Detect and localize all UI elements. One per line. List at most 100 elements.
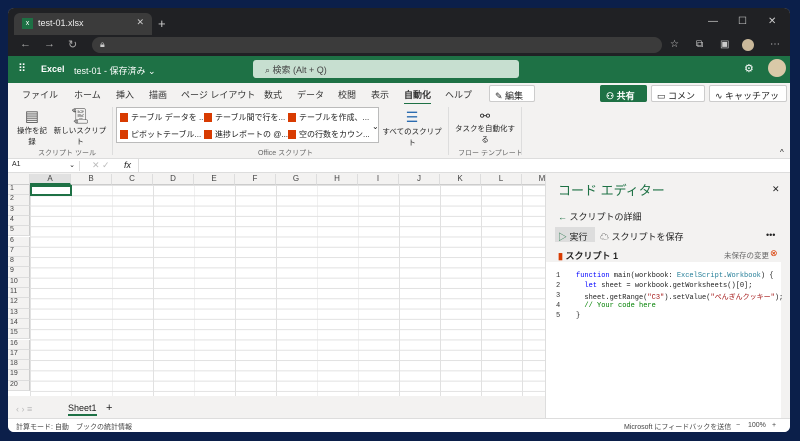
row-header[interactable]: 5: [8, 226, 30, 237]
column-header[interactable]: M: [522, 174, 545, 185]
select-all-corner[interactable]: [8, 174, 30, 185]
gallery-expand-icon[interactable]: ⌄: [372, 122, 379, 131]
more-options-button[interactable]: •••: [766, 230, 775, 240]
row-header[interactable]: 17: [8, 349, 30, 361]
row-header[interactable]: 19: [8, 370, 30, 381]
gallery-script[interactable]: ピボットテーブル...: [120, 129, 201, 140]
tab-view[interactable]: 表示: [371, 88, 389, 101]
name-box[interactable]: A1 ⌄: [12, 161, 80, 171]
row-header[interactable]: 16: [8, 339, 30, 350]
forward-icon[interactable]: →: [44, 38, 55, 50]
automate-task-button[interactable]: ⚯ タスクを自動化する: [452, 109, 518, 145]
sheet-tab-sheet1[interactable]: Sheet1: [68, 403, 97, 416]
close-window-button[interactable]: ✕: [768, 16, 776, 27]
tab-data[interactable]: データ: [297, 88, 324, 101]
column-header[interactable]: G: [276, 174, 317, 185]
row-header[interactable]: 14: [8, 318, 30, 330]
gallery-script[interactable]: テーブル間で行を...: [204, 112, 285, 123]
address-bar[interactable]: 🔒︎: [92, 37, 662, 53]
app-launcher-icon[interactable]: ⠿: [18, 62, 26, 75]
column-header[interactable]: E: [194, 174, 235, 185]
column-header[interactable]: I: [358, 174, 399, 185]
script-details-link[interactable]: ← スクリプトの詳細: [558, 210, 642, 223]
new-script-button[interactable]: 📜︎ 新しいスクリプト: [52, 107, 108, 147]
favorites-icon[interactable]: ☆: [670, 39, 679, 50]
save-script-button[interactable]: ☁ スクリプトを保存: [600, 230, 684, 243]
tab-help[interactable]: ヘルプ: [445, 88, 472, 101]
row-header[interactable]: 8: [8, 257, 30, 268]
formula-input[interactable]: [138, 159, 778, 172]
row-header[interactable]: 11: [8, 288, 30, 299]
code-area[interactable]: 1 2 3 4 5 function main(workbook: ExcelS…: [546, 262, 783, 424]
column-header[interactable]: C: [112, 174, 153, 185]
extensions-icon[interactable]: ▣: [720, 39, 729, 50]
gallery-script[interactable]: テーブルを作成、...: [288, 112, 369, 123]
row-header[interactable]: 6: [8, 236, 30, 247]
zoom-level[interactable]: 100%: [748, 422, 766, 429]
browser-menu-icon[interactable]: ⋯: [770, 39, 780, 50]
row-header[interactable]: 15: [8, 329, 30, 340]
zoom-out-button[interactable]: −: [736, 422, 740, 429]
row-header[interactable]: 9: [8, 267, 30, 278]
workbook-stats-button[interactable]: ブックの統計情報: [76, 422, 132, 432]
row-header[interactable]: 20: [8, 380, 30, 391]
tab-draw[interactable]: 描画: [149, 88, 167, 101]
gallery-script[interactable]: 進捗レポートの @...: [204, 129, 288, 140]
column-header[interactable]: D: [153, 174, 194, 185]
tab-insert[interactable]: 挿入: [116, 88, 134, 101]
row-header[interactable]: 2: [8, 195, 30, 206]
close-icon[interactable]: ✕: [772, 184, 780, 195]
column-header[interactable]: A: [30, 174, 71, 185]
feedback-link[interactable]: Microsoft にフィードバックを送信: [624, 422, 731, 432]
maximize-button[interactable]: ☐: [738, 16, 747, 27]
row-header[interactable]: 4: [8, 215, 30, 227]
row-header[interactable]: 10: [8, 277, 30, 288]
user-avatar[interactable]: [768, 59, 786, 77]
column-header[interactable]: J: [399, 174, 440, 185]
cells[interactable]: [30, 185, 545, 396]
minimize-button[interactable]: —: [708, 16, 718, 27]
search-box[interactable]: ⌕ 検索 (Alt + Q): [253, 60, 519, 78]
back-icon[interactable]: ←: [20, 38, 31, 50]
tab-formulas[interactable]: 数式: [264, 88, 282, 101]
row-header[interactable]: 13: [8, 308, 30, 319]
row-header[interactable]: 7: [8, 246, 30, 258]
collections-icon[interactable]: ⧉: [696, 39, 703, 50]
share-button[interactable]: ⚇ 共有 ⌄: [600, 85, 647, 112]
profile-avatar[interactable]: [742, 39, 754, 51]
column-header[interactable]: H: [317, 174, 358, 185]
row-header[interactable]: 18: [8, 360, 30, 371]
record-actions-button[interactable]: ▤ 操作を記録: [14, 107, 50, 147]
gallery-script[interactable]: 空の行数をカウン...: [288, 129, 370, 140]
row-header[interactable]: 1: [8, 185, 30, 196]
document-title[interactable]: test-01 - 保存済み ⌄: [74, 64, 156, 77]
comments-button[interactable]: ▭ コメント: [651, 85, 705, 114]
settings-gear-icon[interactable]: ⚙: [744, 62, 754, 75]
discard-changes-icon[interactable]: ⊗: [770, 248, 778, 259]
column-header[interactable]: K: [440, 174, 481, 185]
column-header[interactable]: L: [481, 174, 522, 185]
catch-up-button[interactable]: ∿ キャッチアップ: [709, 85, 787, 114]
tab-page-layout[interactable]: ページ レイアウト: [181, 88, 255, 101]
column-header[interactable]: B: [71, 174, 112, 185]
zoom-in-button[interactable]: +: [772, 422, 776, 429]
refresh-icon[interactable]: ↻: [68, 38, 77, 51]
run-button[interactable]: ▷ 実行: [555, 227, 595, 242]
row-header[interactable]: 3: [8, 205, 30, 216]
function-icon[interactable]: fx: [124, 160, 131, 170]
tab-automate[interactable]: 自動化: [404, 88, 432, 105]
tab-close-icon[interactable]: ✕: [136, 17, 144, 28]
add-sheet-button[interactable]: +: [106, 402, 112, 414]
browser-tab[interactable]: x test-01.xlsx ✕: [14, 13, 152, 35]
collapse-ribbon-icon[interactable]: ^: [780, 148, 784, 157]
selected-cell-a1[interactable]: [30, 185, 72, 196]
tab-file[interactable]: ファイル: [22, 88, 58, 101]
column-header[interactable]: F: [235, 174, 276, 185]
spreadsheet-grid[interactable]: A B C D E F G H I J K L M 1 2 3 4 5 6 7 8 9 10 11 12 13 14 15 16 17 18…: [8, 174, 545, 396]
tab-home[interactable]: ホーム: [74, 88, 101, 101]
new-tab-button[interactable]: +: [158, 16, 166, 31]
tab-review[interactable]: 校閲: [338, 88, 356, 101]
gallery-script[interactable]: テーブル データを ...: [120, 112, 206, 123]
row-header[interactable]: 12: [8, 298, 30, 309]
all-scripts-button[interactable]: ☰ すべてのスクリプト: [380, 109, 444, 148]
